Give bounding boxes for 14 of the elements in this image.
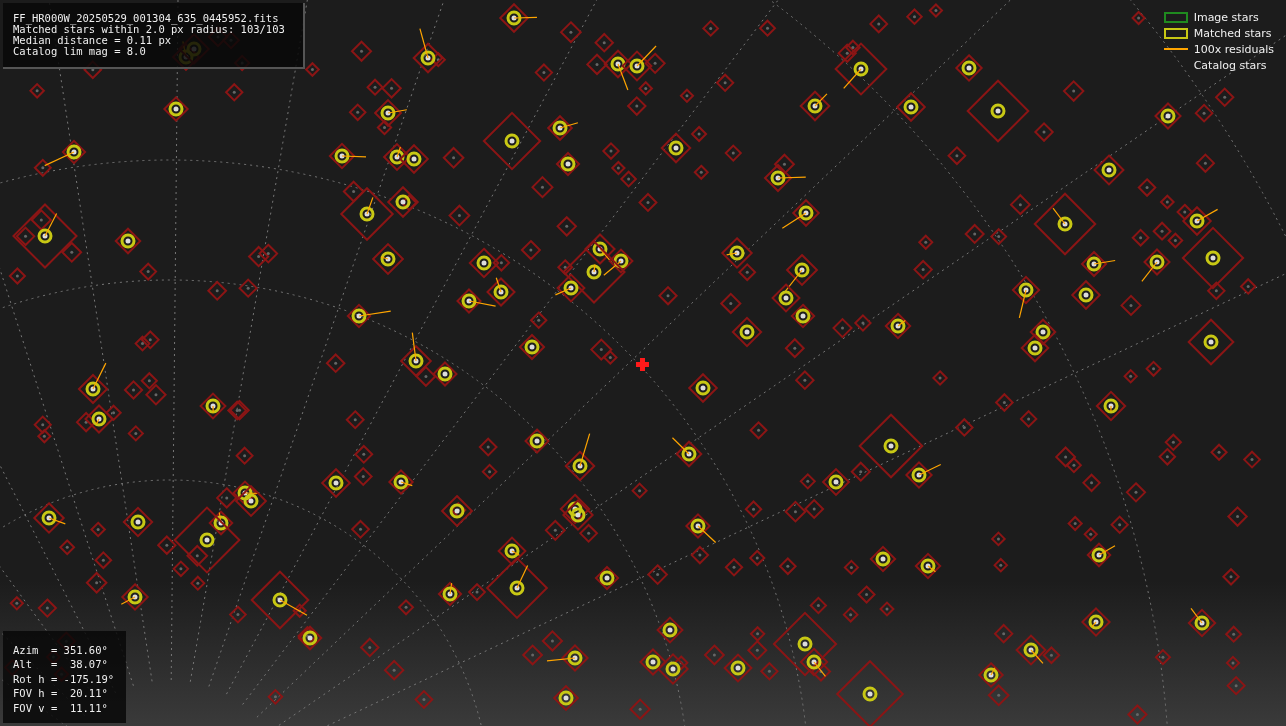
pointing-text: Rot h = -175.19° [13,671,115,686]
pointing-text: Azim = 351.60° [13,642,109,657]
info-text: Catalog lim mag = 8.0 [13,46,147,57]
info-text: Matched stars within 2.0 px radius: 103/103 [13,24,285,35]
info-text: Median distance = 0.11 px [13,35,172,46]
legend-label: 100x residuals [1193,42,1274,56]
info-text: FF_HR000W_20250529_001304_635_0445952.fits [13,13,280,24]
legend-label: Catalog stars [1193,58,1267,72]
legend-label: Matched stars [1193,26,1272,40]
legend-label: Image stars [1193,10,1259,24]
pointing-text: Alt = 38.07° [13,657,109,672]
pointing-text: FOV h = 20.11° [13,686,109,701]
pointing-text: FOV v = 11.11° [13,700,109,715]
center-cross-icon [636,358,649,371]
